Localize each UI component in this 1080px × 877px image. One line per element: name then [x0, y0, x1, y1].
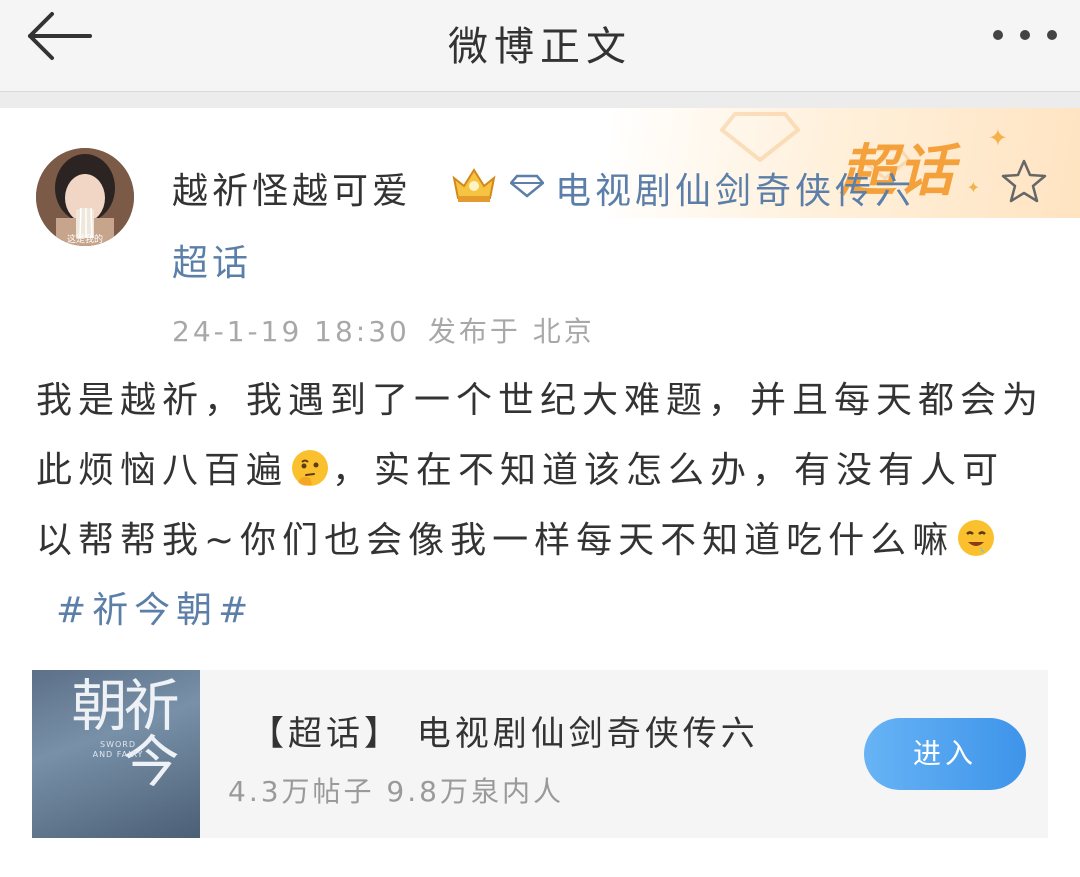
top-nav-bar: 微博正文 [0, 0, 1080, 92]
gem-decoration-icon [720, 112, 800, 162]
enter-button[interactable]: 进入 [864, 718, 1026, 790]
avatar-caption: 这是我的 [66, 235, 103, 245]
crown-vip-icon [452, 168, 496, 202]
topic-link[interactable]: 电视剧仙剑奇侠传六 [555, 162, 915, 214]
supertopic-card[interactable]: 祈今朝 SWORD AND FAIRY 【超话】 电视剧仙剑奇侠传六 4.3万帖… [32, 670, 1048, 838]
star-outline-icon[interactable] [1000, 158, 1048, 204]
drooling-face-emoji [958, 520, 995, 556]
supertopic-title: 【超话】 电视剧仙剑奇侠传六 [250, 714, 759, 754]
supertopic-stats: 4.3万帖子 9.8万泉内人 [228, 775, 564, 808]
page-title: 微博正文 [448, 24, 632, 70]
diamond-icon [510, 174, 544, 198]
author-name[interactable]: 越祈怪越可爱 [172, 162, 412, 214]
hashtag-link[interactable]: #祈今朝# [56, 590, 254, 631]
thinking-face-emoji [292, 450, 329, 486]
section-divider [0, 92, 1080, 108]
avatar[interactable]: 这是我的 [36, 148, 134, 246]
post-location: 发布于 北京 [427, 315, 595, 348]
topic-link-suffix[interactable]: 超话 [172, 234, 252, 286]
sparkle-icon: ✦ [987, 124, 1008, 152]
supertopic-thumbnail: 祈今朝 SWORD AND FAIRY [32, 670, 200, 838]
post-body: 我是越祈，我遇到了一个世纪大难题，并且每天都会为此烦恼八百遍 ，实在不知道该怎么… [36, 366, 1046, 646]
more-dots-icon[interactable] [990, 20, 1060, 50]
thumbnail-subtitle: SWORD AND FAIRY [92, 740, 144, 759]
post-meta: 24-1-19 18:30 发布于 北京 [172, 310, 613, 350]
sparkle-icon: ✦ [966, 178, 980, 197]
post-time: 24-1-19 18:30 [172, 315, 410, 348]
post-card: 超话 ✦ ✦ 这是我的 越祈怪越可爱 电视剧仙剑奇侠传六 超话 24-1-19 [0, 108, 1080, 877]
